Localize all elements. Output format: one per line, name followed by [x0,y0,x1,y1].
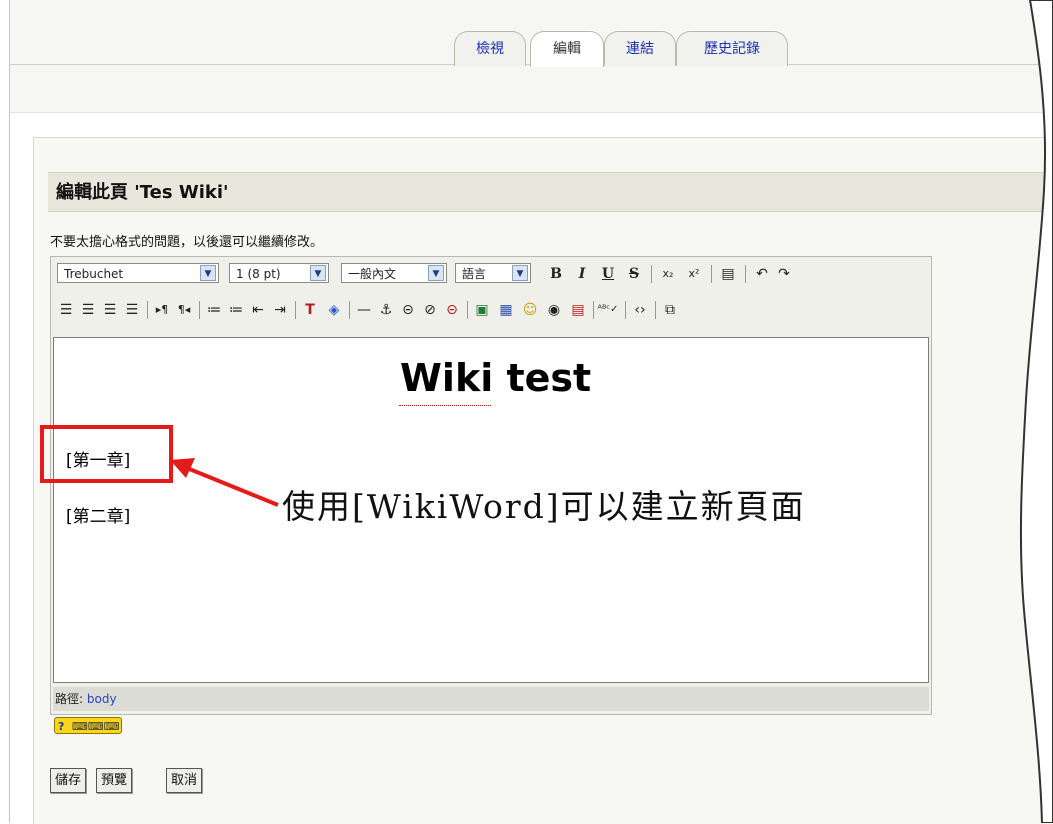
table-icon[interactable]: ▦ [495,299,517,321]
chapter-two-link[interactable]: [第二章] [66,502,130,527]
toolbar-row-2: ☰ ☰ ☰ ☰ ▸¶ ¶◂ ≔ ≔ ⇤ ⇥ T ◈ — ⚓ ⊝ ⊘ ⊝ ▣ ▦ … [53,295,929,325]
chevron-down-icon: ▼ [428,265,444,281]
spellcheck-icon[interactable]: ᴬᴮᶜ✓ [597,299,619,321]
toolbar-separator [467,301,468,319]
align-center-icon[interactable]: ☰ [77,299,99,321]
undo-icon[interactable]: ↶ [751,263,773,285]
ltr-icon[interactable]: ▸¶ [151,299,173,321]
indent-icon[interactable]: ⇥ [269,299,291,321]
tab-history[interactable]: 歷史記錄 [676,31,788,66]
tab-view[interactable]: 檢視 [454,31,526,66]
special-char-icon[interactable]: ◉ [543,299,565,321]
toolbar-separator [147,301,148,319]
toolbar-row-1: Trebuchet ▼ 1 (8 pt) ▼ 一般內文 ▼ 語言 ▼ B I U… [53,259,929,289]
chevron-down-icon: ▼ [310,265,326,281]
language-select[interactable]: 語言 ▼ [455,263,531,283]
font-family-value: Trebuchet [64,267,124,281]
smiley-icon[interactable]: ☺ [519,299,541,321]
toolbar-separator [295,301,296,319]
toolbar-separator [745,265,746,283]
superscript-icon[interactable]: x² [683,263,705,285]
wiki-link-icon[interactable]: ⊝ [441,299,463,321]
source-code-icon[interactable]: ‹› [629,299,651,321]
align-right-icon[interactable]: ☰ [99,299,121,321]
format-value: 一般內文 [348,267,397,281]
rtl-icon[interactable]: ¶◂ [173,299,195,321]
font-size-value: 1 (8 pt) [236,267,281,281]
edit-hint: 不要太擔心格式的問題，以後還可以繼續修改。 [50,235,324,250]
toolbar-separator [711,265,712,283]
fullscreen-icon[interactable]: ⧉ [659,299,681,321]
strikethrough-icon[interactable]: S [623,263,645,285]
bullet-list-icon[interactable]: ≔ [225,299,247,321]
page-title: 編輯此頁 'Tes Wiki' [48,172,1053,212]
italic-icon[interactable]: I [571,263,593,285]
preview-button[interactable]: 預覽 [96,768,133,793]
toolbar-separator [651,265,652,283]
toolbar-separator [593,301,594,319]
help-question-icon: ? [58,720,65,733]
keyboard-help-button[interactable]: ? ⌨⌨⌨ [54,717,122,734]
font-family-select[interactable]: Trebuchet ▼ [57,263,219,283]
tab-links[interactable]: 連結 [604,31,676,66]
align-justify-icon[interactable]: ☰ [121,299,143,321]
path-label: 路徑: [55,692,84,706]
subscript-icon[interactable]: x₂ [657,263,679,285]
toolbar-separator [349,301,350,319]
toolbar-separator [625,301,626,319]
path-body-link[interactable]: body [87,692,117,706]
redo-icon[interactable]: ↷ [773,263,795,285]
toolbar-separator [199,301,200,319]
chevron-down-icon: ▼ [200,265,216,281]
unlink-icon[interactable]: ⊘ [419,299,441,321]
save-button[interactable]: 儲存 [50,768,87,793]
horizontal-rule-icon[interactable]: — [353,299,375,321]
bold-icon[interactable]: B [545,263,567,285]
anchor-icon[interactable]: ⚓ [375,299,397,321]
link-icon[interactable]: ⊝ [397,299,419,321]
keyboard-icon: ⌨⌨⌨ [71,720,120,733]
spellcheck-underline [399,405,491,406]
image-icon[interactable]: ▣ [471,299,493,321]
text-color-icon[interactable]: T [299,299,321,321]
tab-edit[interactable]: 編輯 [530,31,604,67]
highlight-box [40,425,173,483]
outdent-icon[interactable]: ⇤ [247,299,269,321]
align-left-icon[interactable]: ☰ [55,299,77,321]
annotation-text: 使用[WikiWord]可以建立新頁面 [282,487,806,526]
insert-file-icon[interactable]: ▤ [567,299,589,321]
cancel-button[interactable]: 取消 [166,768,203,793]
numbered-list-icon[interactable]: ≔ [203,299,225,321]
page: 檢視 編輯 連結 歷史記錄 編輯此頁 'Tes Wiki' 不要太擔心格式的問題… [0,0,1053,824]
wiki-title-text: Wiki test [400,356,592,400]
page-left-border [9,0,10,823]
paste-word-icon[interactable]: ▤ [717,263,739,285]
editor-statusbar: 路徑: body [53,687,929,711]
chevron-down-icon: ▼ [512,265,528,281]
language-value: 語言 [462,267,487,281]
background-color-icon[interactable]: ◈ [323,299,345,321]
format-select[interactable]: 一般內文 ▼ [341,263,447,283]
font-size-select[interactable]: 1 (8 pt) ▼ [229,263,329,283]
underline-icon[interactable]: U [597,263,619,285]
toolbar-separator [655,301,656,319]
